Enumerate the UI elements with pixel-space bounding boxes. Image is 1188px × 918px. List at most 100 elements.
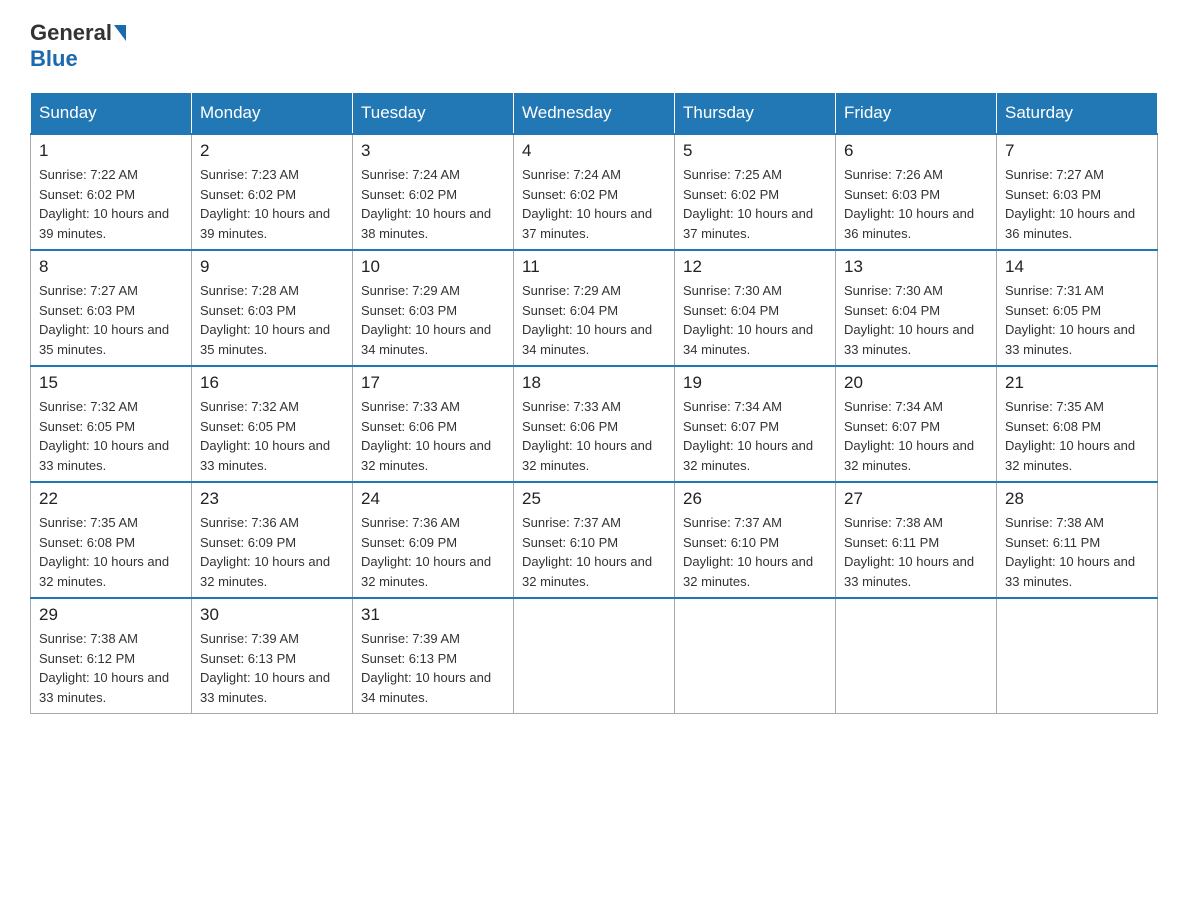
day-number: 27 — [844, 489, 988, 509]
day-number: 30 — [200, 605, 344, 625]
day-number: 31 — [361, 605, 505, 625]
table-cell: 8 Sunrise: 7:27 AMSunset: 6:03 PMDaylight… — [31, 250, 192, 366]
logo-general-text: General — [30, 20, 112, 46]
calendar-header-row: SundayMondayTuesdayWednesdayThursdayFrid… — [31, 93, 1158, 135]
header-thursday: Thursday — [675, 93, 836, 135]
day-number: 16 — [200, 373, 344, 393]
day-number: 8 — [39, 257, 183, 277]
day-number: 21 — [1005, 373, 1149, 393]
table-cell: 29Sunrise: 7:38 AMSunset: 6:12 PMDayligh… — [31, 598, 192, 714]
table-cell: 4 Sunrise: 7:24 AMSunset: 6:02 PMDaylight… — [514, 134, 675, 250]
day-info: Sunrise: 7:30 AMSunset: 6:04 PMDaylight:… — [844, 281, 988, 359]
day-number: 13 — [844, 257, 988, 277]
table-cell: 5 Sunrise: 7:25 AMSunset: 6:02 PMDaylight… — [675, 134, 836, 250]
day-info: Sunrise: 7:31 AMSunset: 6:05 PMDaylight:… — [1005, 281, 1149, 359]
calendar-table: SundayMondayTuesdayWednesdayThursdayFrid… — [30, 92, 1158, 714]
table-cell: 3Sunrise: 7:24 AMSunset: 6:02 PMDaylight… — [353, 134, 514, 250]
day-number: 25 — [522, 489, 666, 509]
day-info: Sunrise: 7:39 AMSunset: 6:13 PMDaylight:… — [361, 629, 505, 707]
day-info: Sunrise: 7:23 AMSunset: 6:02 PMDaylight:… — [200, 165, 344, 243]
day-info: Sunrise: 7:34 AMSunset: 6:07 PMDaylight:… — [683, 397, 827, 475]
day-info: Sunrise: 7:26 AMSunset: 6:03 PMDaylight:… — [844, 165, 988, 243]
header-saturday: Saturday — [997, 93, 1158, 135]
table-cell: 27 Sunrise: 7:38 AMSunset: 6:11 PMDayligh… — [836, 482, 997, 598]
table-cell: 22 Sunrise: 7:35 AMSunset: 6:08 PMDayligh… — [31, 482, 192, 598]
calendar-week-4: 22 Sunrise: 7:35 AMSunset: 6:08 PMDayligh… — [31, 482, 1158, 598]
table-cell: 28 Sunrise: 7:38 AMSunset: 6:11 PMDayligh… — [997, 482, 1158, 598]
day-info: Sunrise: 7:29 AMSunset: 6:03 PMDaylight:… — [361, 281, 505, 359]
table-cell — [836, 598, 997, 714]
table-cell: 25Sunrise: 7:37 AMSunset: 6:10 PMDayligh… — [514, 482, 675, 598]
day-info: Sunrise: 7:24 AMSunset: 6:02 PMDaylight:… — [522, 165, 666, 243]
day-number: 4 — [522, 141, 666, 161]
table-cell: 16 Sunrise: 7:32 AMSunset: 6:05 PMDayligh… — [192, 366, 353, 482]
day-info: Sunrise: 7:33 AMSunset: 6:06 PMDaylight:… — [522, 397, 666, 475]
table-cell — [997, 598, 1158, 714]
day-number: 15 — [39, 373, 183, 393]
day-info: Sunrise: 7:35 AMSunset: 6:08 PMDaylight:… — [39, 513, 183, 591]
day-number: 1 — [39, 141, 183, 161]
logo-blue-text: Blue — [30, 46, 78, 72]
table-cell: 17 Sunrise: 7:33 AMSunset: 6:06 PMDayligh… — [353, 366, 514, 482]
day-info: Sunrise: 7:24 AMSunset: 6:02 PMDaylight:… — [361, 165, 505, 243]
calendar-week-5: 29Sunrise: 7:38 AMSunset: 6:12 PMDayligh… — [31, 598, 1158, 714]
day-info: Sunrise: 7:34 AMSunset: 6:07 PMDaylight:… — [844, 397, 988, 475]
day-info: Sunrise: 7:30 AMSunset: 6:04 PMDaylight:… — [683, 281, 827, 359]
day-number: 19 — [683, 373, 827, 393]
day-info: Sunrise: 7:38 AMSunset: 6:11 PMDaylight:… — [844, 513, 988, 591]
header-sunday: Sunday — [31, 93, 192, 135]
day-number: 22 — [39, 489, 183, 509]
day-number: 20 — [844, 373, 988, 393]
header-friday: Friday — [836, 93, 997, 135]
day-number: 10 — [361, 257, 505, 277]
table-cell: 14 Sunrise: 7:31 AMSunset: 6:05 PMDayligh… — [997, 250, 1158, 366]
day-info: Sunrise: 7:28 AMSunset: 6:03 PMDaylight:… — [200, 281, 344, 359]
table-cell: 13 Sunrise: 7:30 AMSunset: 6:04 PMDayligh… — [836, 250, 997, 366]
header-tuesday: Tuesday — [353, 93, 514, 135]
day-number: 7 — [1005, 141, 1149, 161]
day-info: Sunrise: 7:39 AMSunset: 6:13 PMDaylight:… — [200, 629, 344, 707]
day-info: Sunrise: 7:32 AMSunset: 6:05 PMDaylight:… — [200, 397, 344, 475]
table-cell: 24Sunrise: 7:36 AMSunset: 6:09 PMDayligh… — [353, 482, 514, 598]
calendar-week-3: 15 Sunrise: 7:32 AMSunset: 6:05 PMDayligh… — [31, 366, 1158, 482]
table-cell: 20 Sunrise: 7:34 AMSunset: 6:07 PMDayligh… — [836, 366, 997, 482]
day-info: Sunrise: 7:36 AMSunset: 6:09 PMDaylight:… — [200, 513, 344, 591]
day-number: 6 — [844, 141, 988, 161]
table-cell — [675, 598, 836, 714]
day-number: 24 — [361, 489, 505, 509]
day-number: 14 — [1005, 257, 1149, 277]
day-number: 2 — [200, 141, 344, 161]
calendar-week-1: 1Sunrise: 7:22 AMSunset: 6:02 PMDaylight… — [31, 134, 1158, 250]
day-number: 23 — [200, 489, 344, 509]
table-cell: 12Sunrise: 7:30 AMSunset: 6:04 PMDayligh… — [675, 250, 836, 366]
table-cell: 9 Sunrise: 7:28 AMSunset: 6:03 PMDaylight… — [192, 250, 353, 366]
day-info: Sunrise: 7:35 AMSunset: 6:08 PMDaylight:… — [1005, 397, 1149, 475]
day-info: Sunrise: 7:32 AMSunset: 6:05 PMDaylight:… — [39, 397, 183, 475]
table-cell: 23 Sunrise: 7:36 AMSunset: 6:09 PMDayligh… — [192, 482, 353, 598]
table-cell: 1Sunrise: 7:22 AMSunset: 6:02 PMDaylight… — [31, 134, 192, 250]
logo: General Blue — [30, 20, 128, 72]
table-cell: 31 Sunrise: 7:39 AMSunset: 6:13 PMDayligh… — [353, 598, 514, 714]
table-cell: 11Sunrise: 7:29 AMSunset: 6:04 PMDayligh… — [514, 250, 675, 366]
day-info: Sunrise: 7:38 AMSunset: 6:11 PMDaylight:… — [1005, 513, 1149, 591]
table-cell: 10 Sunrise: 7:29 AMSunset: 6:03 PMDayligh… — [353, 250, 514, 366]
table-cell: 21 Sunrise: 7:35 AMSunset: 6:08 PMDayligh… — [997, 366, 1158, 482]
day-info: Sunrise: 7:27 AMSunset: 6:03 PMDaylight:… — [39, 281, 183, 359]
day-info: Sunrise: 7:37 AMSunset: 6:10 PMDaylight:… — [683, 513, 827, 591]
day-info: Sunrise: 7:25 AMSunset: 6:02 PMDaylight:… — [683, 165, 827, 243]
day-number: 18 — [522, 373, 666, 393]
day-number: 9 — [200, 257, 344, 277]
day-number: 5 — [683, 141, 827, 161]
day-number: 11 — [522, 257, 666, 277]
table-cell: 18 Sunrise: 7:33 AMSunset: 6:06 PMDayligh… — [514, 366, 675, 482]
table-cell: 26 Sunrise: 7:37 AMSunset: 6:10 PMDayligh… — [675, 482, 836, 598]
day-number: 26 — [683, 489, 827, 509]
calendar-week-2: 8 Sunrise: 7:27 AMSunset: 6:03 PMDaylight… — [31, 250, 1158, 366]
day-number: 28 — [1005, 489, 1149, 509]
day-number: 29 — [39, 605, 183, 625]
header-wednesday: Wednesday — [514, 93, 675, 135]
day-number: 17 — [361, 373, 505, 393]
page-header: General Blue — [30, 20, 1158, 72]
day-info: Sunrise: 7:33 AMSunset: 6:06 PMDaylight:… — [361, 397, 505, 475]
logo-arrow-icon — [114, 25, 126, 41]
